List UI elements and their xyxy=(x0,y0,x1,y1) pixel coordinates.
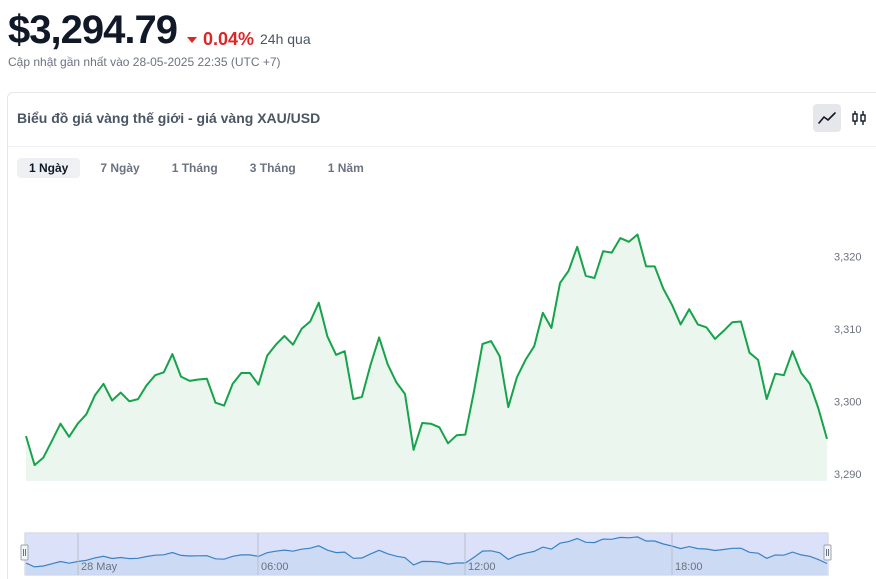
navigator-time-label: 28 May xyxy=(81,561,118,573)
range-navigator[interactable]: 28 May 06:00 12:00 18:00 xyxy=(0,0,876,579)
navigator-time-label: 06:00 xyxy=(261,561,289,573)
navigator-right-handle[interactable] xyxy=(823,544,832,561)
navigator-time-label: 12:00 xyxy=(468,561,496,573)
navigator-time-label: 18:00 xyxy=(675,561,703,573)
navigator-left-handle[interactable] xyxy=(20,544,29,561)
